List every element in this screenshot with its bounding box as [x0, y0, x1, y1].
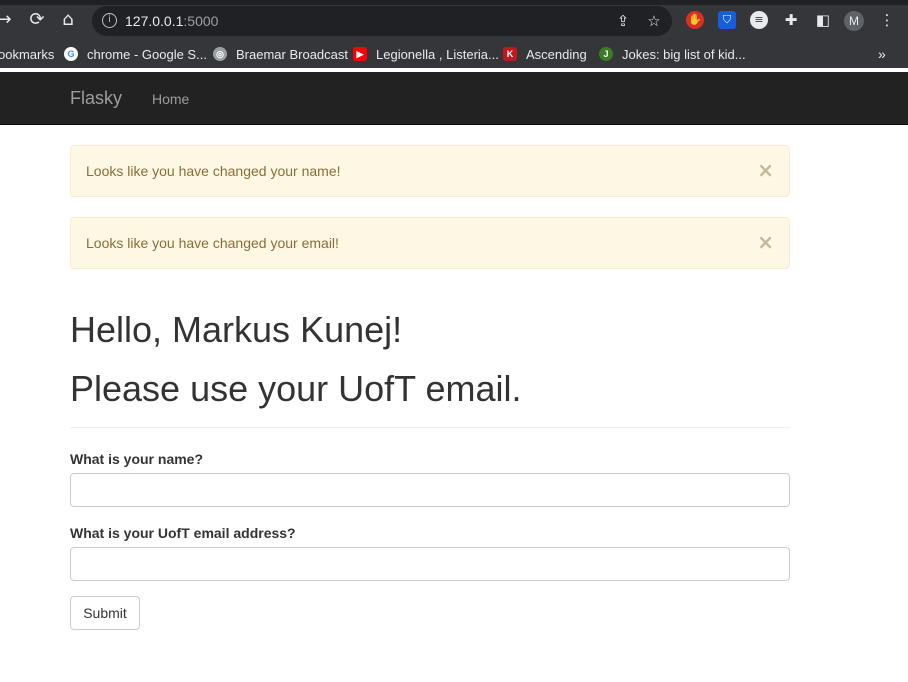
puzzle-extensions-icon[interactable]: ✚	[782, 11, 800, 29]
close-icon[interactable]: ×	[757, 232, 774, 252]
forward-icon[interactable]: →	[0, 10, 14, 30]
bookmark-star-icon[interactable]: ☆	[645, 12, 663, 30]
bookmark-item[interactable]: ookmarks	[0, 46, 54, 62]
alert-message: Looks like you have changed your name!	[86, 163, 341, 179]
email-label: What is your UofT email address?	[70, 525, 296, 541]
bookmark-item[interactable]: ▶ Legionella , Listeria...	[353, 46, 499, 62]
bookmark-item[interactable]: ◎ Braemar Broadcast	[213, 46, 348, 62]
bookmark-label: Braemar Broadcast	[236, 46, 348, 62]
url-host: 127.0.0.1	[125, 13, 184, 29]
kebab-menu-icon[interactable]: ⋮	[878, 11, 896, 29]
bookmark-label: ookmarks	[0, 46, 55, 62]
home-icon[interactable]: ⌂	[58, 10, 78, 30]
notice-heading: Please use your UofT email.	[70, 368, 522, 409]
greeting-heading: Hello, Markus Kunej!	[70, 309, 403, 350]
name-input[interactable]	[70, 473, 790, 507]
name-label: What is your name?	[70, 451, 204, 467]
share-icon[interactable]: ⇪	[614, 12, 632, 30]
bookmark-label: Legionella , Listeria...	[376, 46, 499, 62]
google-favicon-icon: G	[64, 47, 78, 61]
bookmark-label: Jokes: big list of kid...	[622, 46, 746, 62]
site-info-icon[interactable]: i	[102, 13, 117, 28]
bookmarks-overflow-icon[interactable]: »	[878, 46, 886, 62]
bookmark-label: Ascending	[526, 46, 587, 62]
submit-button[interactable]: Submit	[70, 596, 140, 630]
jokes-favicon-icon: J	[599, 47, 613, 61]
browser-toolbar: → ⟳ ⌂ i 127.0.0.1:5000 ⇪ ☆ ✋ ⛉ ≡ ✚ ◧ M ⋮	[0, 0, 908, 40]
tab-strip	[0, 0, 908, 5]
url-port: :5000	[183, 13, 219, 29]
bookmark-label: chrome - Google S...	[87, 46, 207, 62]
extension-icon[interactable]: ≡	[750, 11, 768, 29]
globe-favicon-icon: ◎	[213, 47, 227, 61]
side-panel-icon[interactable]: ◧	[814, 11, 832, 29]
profile-avatar[interactable]: M	[844, 11, 864, 31]
page-divider	[70, 427, 790, 428]
bookmarks-bar: ookmarks Gchrome - Google S... ◎ Braemar …	[0, 40, 908, 68]
adblock-extension-icon[interactable]: ✋	[686, 11, 704, 29]
bookmark-item[interactable]: K Ascending	[503, 46, 587, 62]
url-text[interactable]: 127.0.0.1:5000	[125, 13, 218, 29]
flash-alert: Looks like you have changed your email! …	[70, 217, 790, 269]
brand-link[interactable]: Flasky	[70, 88, 122, 109]
site-navbar: Flasky Home	[0, 72, 908, 125]
bitwarden-extension-icon[interactable]: ⛉	[718, 11, 736, 29]
address-bar[interactable]: i 127.0.0.1:5000 ⇪ ☆	[92, 6, 672, 36]
reload-icon[interactable]: ⟳	[27, 10, 47, 30]
close-icon[interactable]: ×	[757, 160, 774, 180]
alert-message: Looks like you have changed your email!	[86, 235, 339, 251]
bookmark-item[interactable]: J Jokes: big list of kid...	[599, 46, 746, 62]
nav-home-link[interactable]: Home	[152, 91, 189, 107]
bookmark-item[interactable]: Gchrome - Google S...	[64, 46, 207, 62]
flash-alert: Looks like you have changed your name! ×	[70, 145, 790, 197]
k-favicon-icon: K	[503, 47, 517, 61]
email-input[interactable]	[70, 547, 790, 581]
youtube-favicon-icon: ▶	[353, 47, 367, 61]
